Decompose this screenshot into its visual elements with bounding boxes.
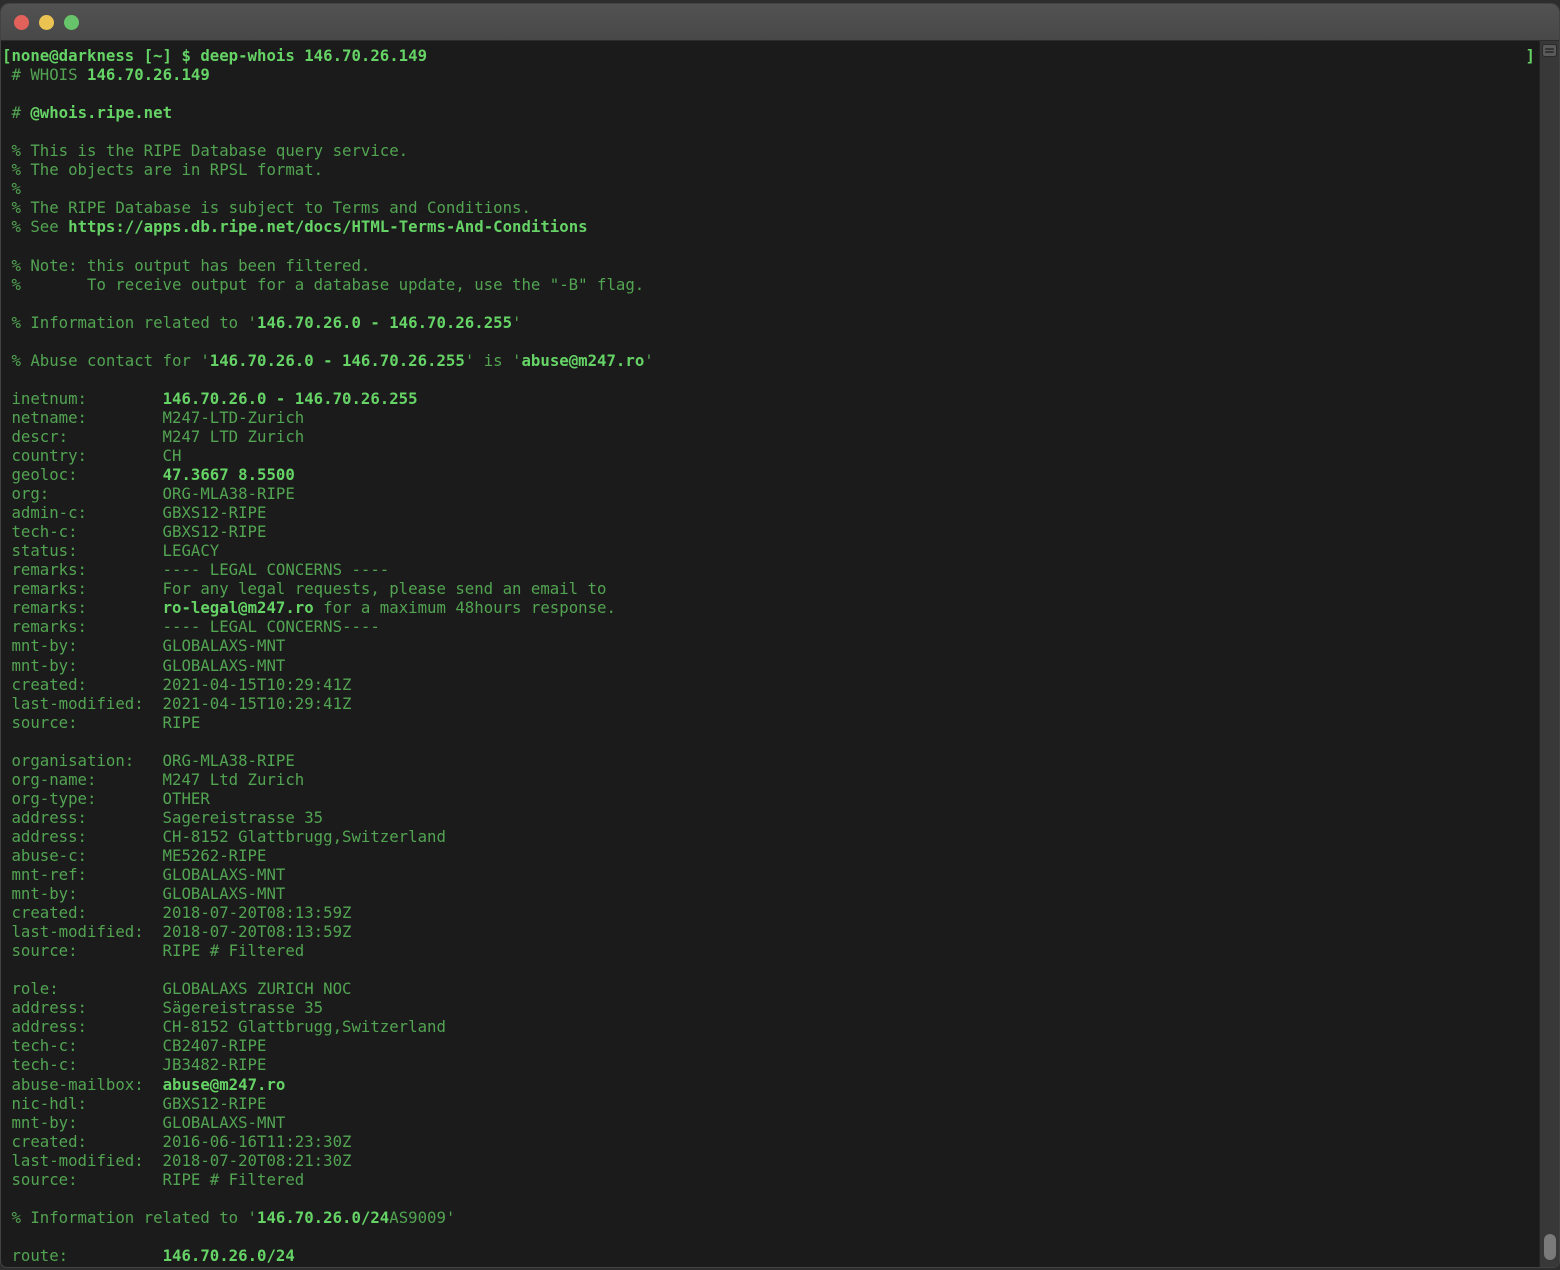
scrollbar-button-ridge [1545, 48, 1554, 50]
terminal-line [2, 294, 1539, 313]
terminal-line: % [2, 179, 1539, 198]
terminal-line: organisation: ORG-MLA38-RIPE [2, 751, 1539, 770]
terminal-line [2, 1189, 1539, 1208]
terminal-line: address: Sägereistrasse 35 [2, 998, 1539, 1017]
terminal-line: inetnum: 146.70.26.0 - 146.70.26.255 [2, 389, 1539, 408]
minimize-button[interactable] [39, 15, 54, 30]
terminal-line: org-name: M247 Ltd Zurich [2, 770, 1539, 789]
terminal-line [2, 732, 1539, 751]
terminal-line: status: LEGACY [2, 541, 1539, 560]
terminal-line: address: CH-8152 Glattbrugg,Switzerland [2, 1017, 1539, 1036]
terminal-line: source: RIPE # Filtered [2, 941, 1539, 960]
terminal-line: route: 146.70.26.0/24 [2, 1246, 1539, 1265]
terminal-line: # @whois.ripe.net [2, 103, 1539, 122]
scrollbar-button-ridge [1545, 51, 1554, 53]
terminal-line [2, 84, 1539, 103]
terminal-line: tech-c: CB2407-RIPE [2, 1036, 1539, 1055]
terminal-line: % To receive output for a database updat… [2, 275, 1539, 294]
zoom-button[interactable] [64, 15, 79, 30]
terminal-line: nic-hdl: GBXS12-RIPE [2, 1094, 1539, 1113]
terminal-line: source: RIPE # Filtered [2, 1170, 1539, 1189]
terminal-line: address: Sagereistrasse 35 [2, 808, 1539, 827]
terminal-line: % The RIPE Database is subject to Terms … [2, 198, 1539, 217]
terminal-line: created: 2016-06-16T11:23:30Z [2, 1132, 1539, 1151]
terminal-line: remarks: For any legal requests, please … [2, 579, 1539, 598]
scrollbar-track[interactable] [1539, 41, 1559, 1267]
terminal-line: abuse-c: ME5262-RIPE [2, 846, 1539, 865]
terminal-line: descr: M247 LTD Zurich [2, 427, 1539, 446]
terminal-window: [none@darkness [~] $ deep-whois 146.70.2… [0, 3, 1560, 1268]
terminal-line: % Note: this output has been filtered. [2, 256, 1539, 275]
terminal-line: mnt-by: GLOBALAXS-MNT [2, 636, 1539, 655]
terminal-line: org: ORG-MLA38-RIPE [2, 484, 1539, 503]
terminal-line: remarks: ro-legal@m247.ro for a maximum … [2, 598, 1539, 617]
terminal-line: created: 2018-07-20T08:13:59Z [2, 903, 1539, 922]
terminal-line: remarks: ---- LEGAL CONCERNS---- [2, 617, 1539, 636]
window-titlebar[interactable] [1, 4, 1559, 41]
window-controls [14, 15, 79, 30]
terminal-line: geoloc: 47.3667 8.5500 [2, 465, 1539, 484]
terminal-line: abuse-mailbox: abuse@m247.ro [2, 1075, 1539, 1094]
terminal-line: admin-c: GBXS12-RIPE [2, 503, 1539, 522]
terminal-line: % This is the RIPE Database query servic… [2, 141, 1539, 160]
terminal-line: # WHOIS 146.70.26.149 [2, 65, 1539, 84]
terminal-line [2, 332, 1539, 351]
terminal-line: [none@darkness [~] $ deep-whois 146.70.2… [2, 46, 1539, 65]
terminal-line: country: CH [2, 446, 1539, 465]
terminal-lines: [none@darkness [~] $ deep-whois 146.70.2… [1, 41, 1539, 1265]
terminal-line: created: 2021-04-15T10:29:41Z [2, 675, 1539, 694]
terminal-line: % Information related to '146.70.26.0/24… [2, 1208, 1539, 1227]
terminal-line: % The objects are in RPSL format. [2, 160, 1539, 179]
terminal-line: org-type: OTHER [2, 789, 1539, 808]
terminal-line: % Abuse contact for '146.70.26.0 - 146.7… [2, 351, 1539, 370]
terminal-line [2, 122, 1539, 141]
terminal-line [2, 960, 1539, 979]
scrollbar-top-button[interactable] [1542, 44, 1557, 57]
terminal-line: last-modified: 2018-07-20T08:21:30Z [2, 1151, 1539, 1170]
terminal-line [2, 370, 1539, 389]
terminal-line: % See https://apps.db.ripe.net/docs/HTML… [2, 217, 1539, 236]
terminal-line: source: RIPE [2, 713, 1539, 732]
terminal-line [2, 236, 1539, 255]
terminal-line: address: CH-8152 Glattbrugg,Switzerland [2, 827, 1539, 846]
terminal-line: mnt-by: GLOBALAXS-MNT [2, 1113, 1539, 1132]
terminal-line: role: GLOBALAXS ZURICH NOC [2, 979, 1539, 998]
terminal-line: remarks: ---- LEGAL CONCERNS ---- [2, 560, 1539, 579]
prompt-right-bracket: ] [1526, 46, 1535, 65]
close-button[interactable] [14, 15, 29, 30]
terminal-line: tech-c: GBXS12-RIPE [2, 522, 1539, 541]
terminal-line: % Information related to '146.70.26.0 - … [2, 313, 1539, 332]
scrollbar-thumb[interactable] [1544, 1234, 1556, 1260]
terminal-line: tech-c: JB3482-RIPE [2, 1055, 1539, 1074]
terminal-screen[interactable]: [none@darkness [~] $ deep-whois 146.70.2… [1, 41, 1539, 1267]
terminal-line: last-modified: 2021-04-15T10:29:41Z [2, 694, 1539, 713]
terminal-line: netname: M247-LTD-Zurich [2, 408, 1539, 427]
terminal-line: last-modified: 2018-07-20T08:13:59Z [2, 922, 1539, 941]
terminal-line: mnt-by: GLOBALAXS-MNT [2, 884, 1539, 903]
terminal-line [2, 1227, 1539, 1246]
terminal-line: mnt-ref: GLOBALAXS-MNT [2, 865, 1539, 884]
terminal-line: mnt-by: GLOBALAXS-MNT [2, 656, 1539, 675]
